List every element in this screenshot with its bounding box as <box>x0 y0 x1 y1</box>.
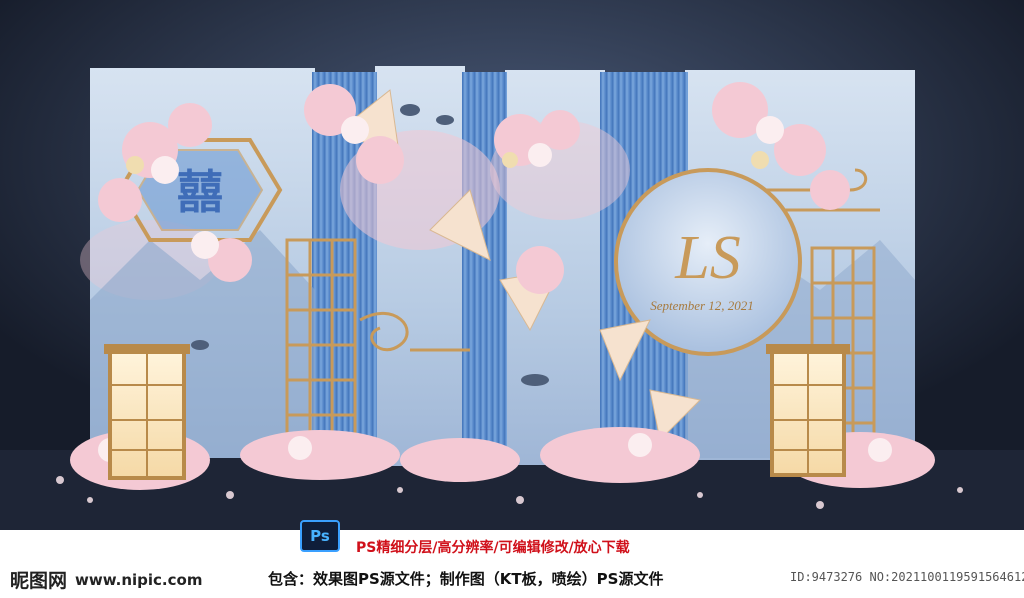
right-floor-lantern <box>766 344 850 477</box>
monogram-initials: LS <box>674 224 740 292</box>
contents-text: 包含：效果图PS源文件；制作图（KT板，喷绘）PS源文件 <box>268 570 664 588</box>
wedding-stage-render: 囍 LS September 12, 2021 <box>0 0 1024 530</box>
promo-text: PS精细分层/高分辨率/可编辑修改/放心下载 <box>356 540 630 556</box>
photoshop-icon: Ps <box>300 520 340 552</box>
svg-text:囍: 囍 <box>177 165 223 219</box>
monogram-date: September 12, 2021 <box>650 298 754 313</box>
image-id: ID:9473276 NO:20211001195915646120 <box>790 570 1024 584</box>
left-floor-lantern <box>104 344 190 480</box>
site-url: www.nipic.com <box>75 570 203 589</box>
site-watermark: 昵图网 www.nipic.com <box>10 566 202 593</box>
site-name: 昵图网 <box>10 570 68 592</box>
